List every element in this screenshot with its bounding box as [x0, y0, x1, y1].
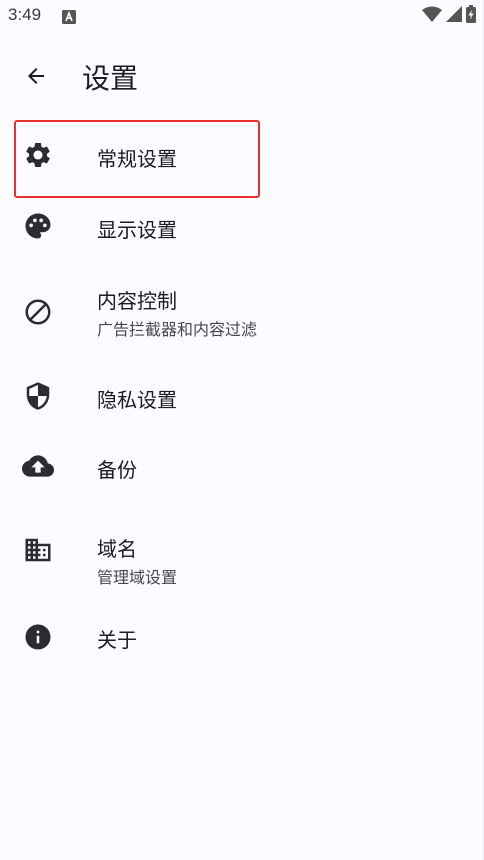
a-icon [62, 9, 76, 24]
palette-icon [22, 210, 54, 242]
status-icons [422, 5, 476, 27]
settings-item-title: 隐私设置 [97, 388, 177, 412]
cloud-upload-icon [22, 450, 54, 482]
settings-item-privacy[interactable]: 隐私设置 [0, 366, 484, 432]
page-title: 设置 [82, 62, 139, 95]
settings-item-title: 常规设置 [97, 147, 177, 171]
settings-item-subtitle: 广告拦截器和内容过滤 [97, 320, 258, 339]
settings-item-title: 内容控制 [97, 289, 177, 313]
settings-item-title: 显示设置 [97, 218, 177, 242]
settings-item-content[interactable]: 内容控制 广告拦截器和内容过滤 [0, 270, 484, 366]
settings-item-title: 域名 [97, 537, 137, 561]
settings-item-general[interactable]: 常规设置 [0, 120, 484, 198]
settings-item-domains[interactable]: 域名 管理域设置 [0, 504, 484, 614]
shield-icon [22, 380, 54, 412]
arrow-left-icon [28, 68, 44, 84]
app-bar: 设置 [0, 40, 484, 112]
info-icon [22, 621, 54, 653]
status-bar: 3:49 [0, 0, 484, 32]
battery-icon [466, 5, 476, 27]
back-button[interactable] [16, 56, 56, 96]
building-icon [22, 534, 54, 566]
settings-item-title: 备份 [97, 458, 137, 482]
status-time: 3:49 [8, 5, 42, 24]
settings-item-display[interactable]: 显示设置 [0, 198, 484, 270]
signal-icon [446, 6, 462, 26]
block-icon [22, 296, 54, 328]
settings-item-about[interactable]: 关于 [0, 614, 484, 662]
settings-item-title: 关于 [97, 628, 137, 652]
settings-item-subtitle: 管理域设置 [97, 568, 178, 587]
settings-item-backup[interactable]: 备份 [0, 432, 484, 504]
wifi-icon [422, 6, 442, 26]
gear-icon [22, 139, 54, 171]
